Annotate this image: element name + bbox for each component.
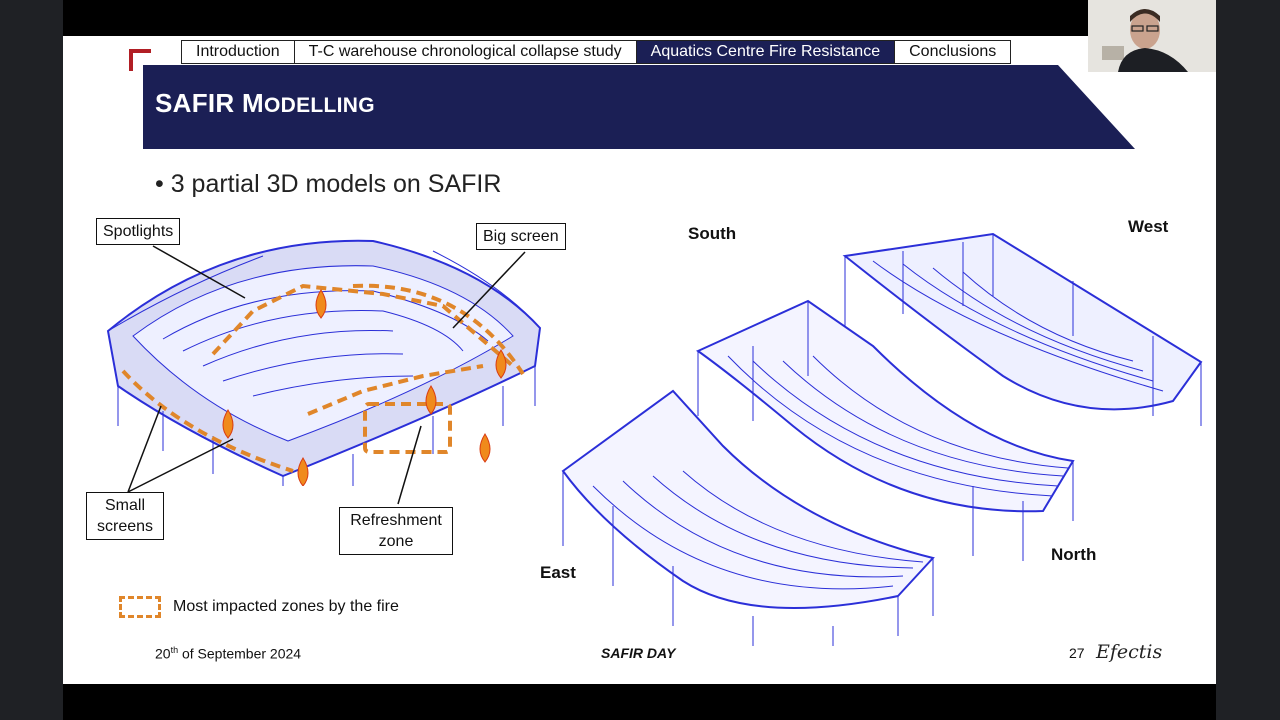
label-north: North <box>1051 545 1097 564</box>
legend-label: Most impacted zones by the fire <box>173 598 399 615</box>
callout-small-screens-line2: screens <box>96 518 154 535</box>
label-west: West <box>1128 217 1169 236</box>
callout-small-screens: Small screens <box>86 492 164 540</box>
label-south: South <box>688 224 737 243</box>
label-east: East <box>540 563 576 582</box>
callout-refreshment-line2: zone <box>378 533 414 550</box>
footer-date: 20th of September 2024 <box>155 645 302 662</box>
left-window-margin <box>0 0 63 720</box>
dashed-zone-swatch <box>119 596 161 618</box>
presenter-video <box>1088 0 1216 72</box>
callout-refreshment-line1: Refreshment <box>350 512 442 529</box>
callout-small-screens-line1: Small <box>104 497 145 514</box>
footer-event: SAFIR DAY <box>601 645 676 661</box>
partial-models-view <box>561 232 1203 646</box>
callout-spotlights: Spotlights <box>96 218 181 245</box>
footer-page-number: 27 <box>1069 645 1085 661</box>
presentation-slide: Introduction T-C warehouse chronological… <box>63 36 1216 684</box>
callout-refreshment-zone: Refreshment zone <box>339 507 453 555</box>
webcam-thumbnail[interactable] <box>1088 0 1216 72</box>
efectis-logo: Efectis <box>1096 641 1163 663</box>
right-window-margin <box>1216 0 1280 720</box>
fire-zone-legend: Most impacted zones by the fire <box>119 596 399 618</box>
